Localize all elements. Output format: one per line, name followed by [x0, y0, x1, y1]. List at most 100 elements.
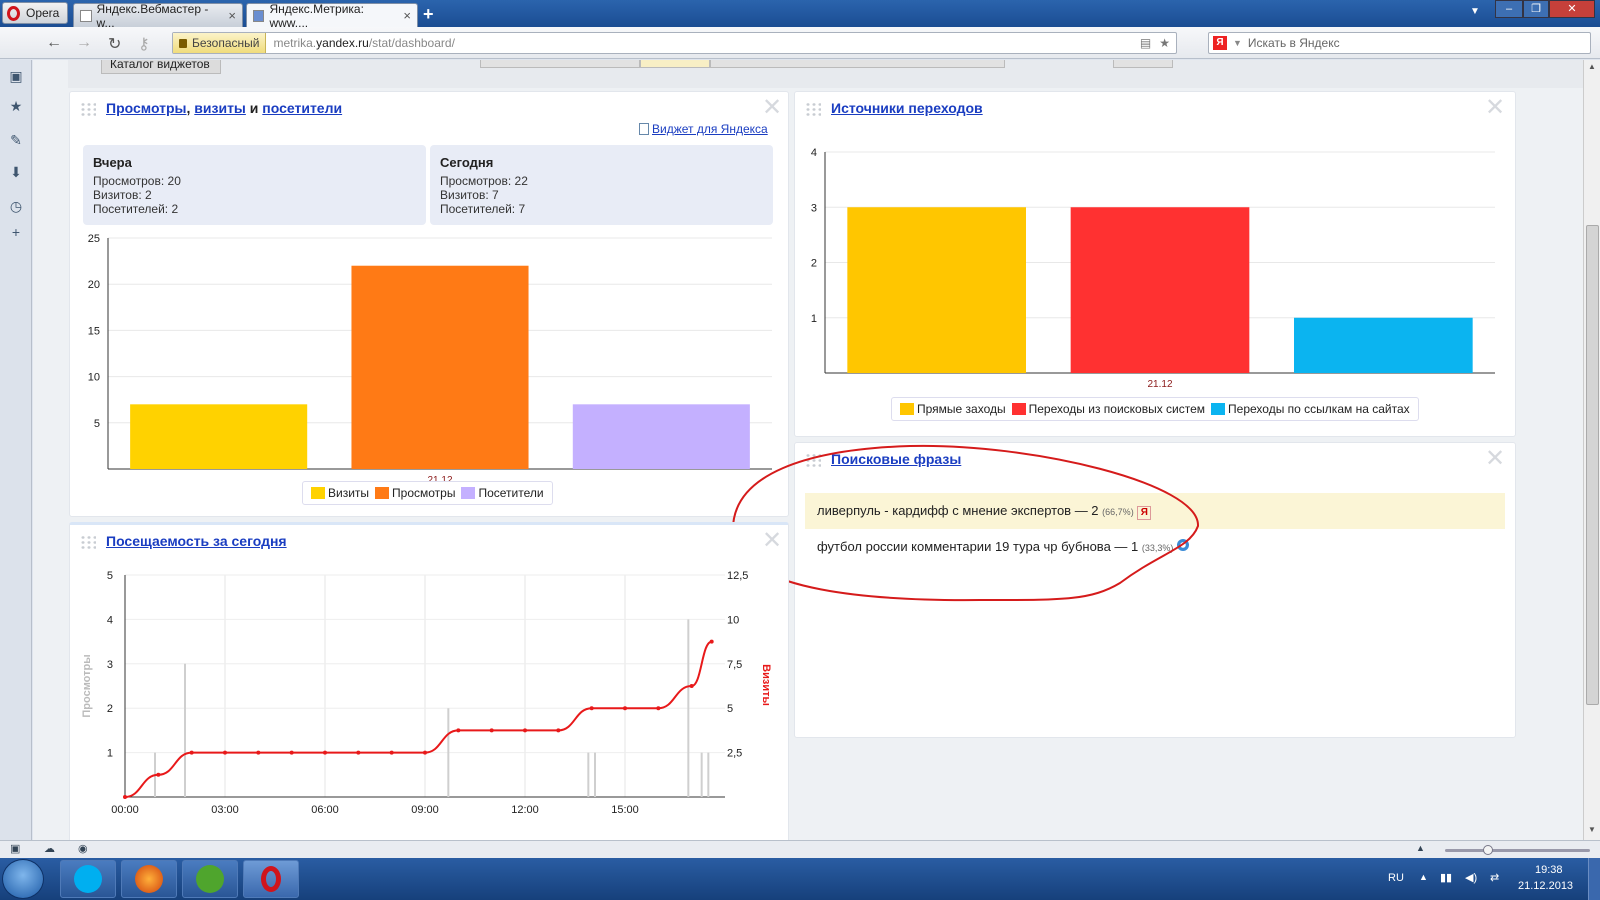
bar	[1070, 207, 1250, 373]
zoom-slider-thumb[interactable]	[1483, 845, 1493, 855]
close-window-icon[interactable]: ✕	[1549, 0, 1595, 18]
y-tick-label: 10	[88, 372, 100, 384]
taskbar-firefox[interactable]	[121, 860, 177, 898]
notes-icon[interactable]: ✎	[8, 132, 24, 148]
speed-dial-icon[interactable]: ▣	[8, 68, 24, 84]
close-widget-icon[interactable]: ✕	[762, 529, 782, 553]
clock-date[interactable]: 21.12.2013	[1518, 880, 1573, 892]
views-link[interactable]: Просмотры	[106, 100, 187, 116]
legend-item[interactable]: Переходы из поисковых систем	[1011, 402, 1205, 416]
clock-time[interactable]: 19:38	[1535, 864, 1563, 876]
period-segment[interactable]	[710, 60, 1005, 68]
taskbar-skype[interactable]	[60, 860, 116, 898]
drag-handle-icon[interactable]	[80, 102, 96, 116]
period-segment-active[interactable]	[640, 60, 710, 68]
address-field[interactable]: Безопасный metrika.yandex.ru/stat/dashbo…	[172, 32, 1177, 54]
period-segment[interactable]	[480, 60, 640, 68]
bar	[130, 404, 308, 469]
legend-item[interactable]: Визиты	[311, 486, 369, 500]
widget-catalog-button[interactable]: Каталог виджетов	[101, 60, 221, 74]
visits-point	[456, 728, 461, 733]
tab-webmaster[interactable]: Яндекс.Вебмастер - w... ×	[73, 2, 243, 30]
legend-label: Визиты	[328, 486, 370, 500]
skype-icon	[74, 865, 102, 893]
status-up-icon[interactable]: ▲	[1416, 843, 1425, 853]
history-icon[interactable]: ◷	[8, 198, 24, 214]
new-tab-icon[interactable]: +	[423, 4, 434, 25]
legend-item[interactable]: Переходы по ссылкам на сайтах	[1211, 402, 1410, 416]
tab-list-icon[interactable]: ▼	[1470, 6, 1480, 17]
tab-metrika[interactable]: Яндекс.Метрика: www.... ×	[246, 2, 418, 30]
opera-unite-icon[interactable]: ☁	[44, 842, 55, 855]
y-tick-label: 20	[88, 279, 100, 291]
minimize-icon[interactable]: –	[1495, 0, 1523, 18]
chevron-down-icon[interactable]: ▼	[1233, 38, 1242, 48]
close-tab-icon[interactable]: ×	[228, 8, 236, 23]
close-widget-icon[interactable]: ✕	[1485, 96, 1505, 120]
lock-icon	[179, 38, 187, 48]
scrollbar-thumb[interactable]	[1586, 225, 1599, 705]
panel-toggle-icon[interactable]: ▣	[10, 842, 20, 855]
legend-item[interactable]: Просмотры	[375, 486, 455, 500]
y-axis-label: Просмотры	[81, 654, 93, 717]
security-badge[interactable]: Безопасный	[173, 33, 267, 53]
back-icon[interactable]: ←	[46, 34, 62, 52]
opera-icon	[261, 866, 281, 892]
rss-icon[interactable]: ▤	[1140, 36, 1151, 50]
visits-point	[589, 706, 594, 711]
close-tab-icon[interactable]: ×	[403, 8, 411, 23]
legend-label: Посетители	[478, 486, 544, 500]
visits-point	[623, 706, 627, 711]
reload-icon[interactable]: ↻	[108, 34, 121, 54]
bookmarks-icon[interactable]: ★	[8, 98, 24, 114]
bookmark-star-icon[interactable]: ★	[1159, 36, 1170, 50]
close-widget-icon[interactable]: ✕	[762, 96, 782, 120]
forward-icon[interactable]: →	[76, 34, 92, 52]
x-tick-label: 03:00	[211, 804, 239, 816]
bar	[351, 265, 529, 469]
start-button[interactable]	[2, 859, 44, 899]
vertical-scrollbar[interactable]: ▲ ▼	[1583, 60, 1600, 840]
sync-icon[interactable]: ⇄	[1490, 871, 1499, 884]
visits-link[interactable]: визиты	[194, 100, 246, 116]
sources-link[interactable]: Источники переходов	[831, 100, 983, 116]
y-tick-label: 2	[107, 703, 113, 715]
network-icon[interactable]: ▮▮	[1440, 871, 1452, 884]
visits-point	[523, 728, 527, 733]
scroll-down-icon[interactable]: ▼	[1588, 825, 1596, 834]
opera-menu-button[interactable]: Opera	[2, 2, 68, 24]
yandex-search-icon[interactable]: Я	[1213, 36, 1227, 50]
sources-bar-chart: 1 2 3 4 21.12	[811, 147, 1495, 390]
maximize-icon[interactable]: ❐	[1523, 0, 1549, 18]
key-icon[interactable]: ⚷	[138, 34, 150, 54]
taskbar-opera[interactable]	[243, 860, 299, 898]
legend-item[interactable]: Прямые заходы	[900, 402, 1006, 416]
widget-link-label: Виджет для Яндекса	[652, 122, 768, 136]
visitors-link[interactable]: посетители	[262, 100, 342, 116]
zoom-slider[interactable]	[1445, 845, 1590, 855]
downloads-icon[interactable]: ⬇	[8, 164, 24, 180]
volume-icon[interactable]: ◀)	[1465, 871, 1477, 884]
search-placeholder: Искать в Яндекс	[1247, 36, 1340, 50]
close-widget-icon[interactable]: ✕	[1485, 447, 1505, 471]
drag-handle-icon[interactable]	[805, 102, 821, 116]
show-desktop-button[interactable]	[1588, 858, 1600, 900]
legend-item[interactable]: Посетители	[461, 486, 544, 500]
scroll-up-icon[interactable]: ▲	[1588, 62, 1596, 71]
drag-handle-icon[interactable]	[80, 535, 96, 549]
taskbar-utorrent[interactable]	[182, 860, 238, 898]
turbo-icon[interactable]: ◉	[78, 842, 88, 855]
y-tick-label: 3	[811, 202, 817, 214]
attendance-link[interactable]: Посещаемость за сегодня	[106, 533, 287, 549]
add-panel-icon[interactable]: +	[8, 224, 24, 240]
widget-title: Источники переходов	[831, 100, 983, 116]
opera-logo-icon	[7, 5, 20, 21]
language-indicator[interactable]: RU	[1388, 872, 1404, 884]
period-segment[interactable]	[1113, 60, 1173, 68]
y2-axis-label: Визиты	[760, 664, 772, 706]
widget-for-yandex-link[interactable]: Виджет для Яндекса	[639, 122, 768, 136]
tray-expand-icon[interactable]: ▲	[1419, 872, 1428, 882]
visits-point	[689, 684, 694, 688]
firefox-icon	[135, 865, 163, 893]
search-input[interactable]: Я ▼ Искать в Яндекс	[1208, 32, 1591, 54]
